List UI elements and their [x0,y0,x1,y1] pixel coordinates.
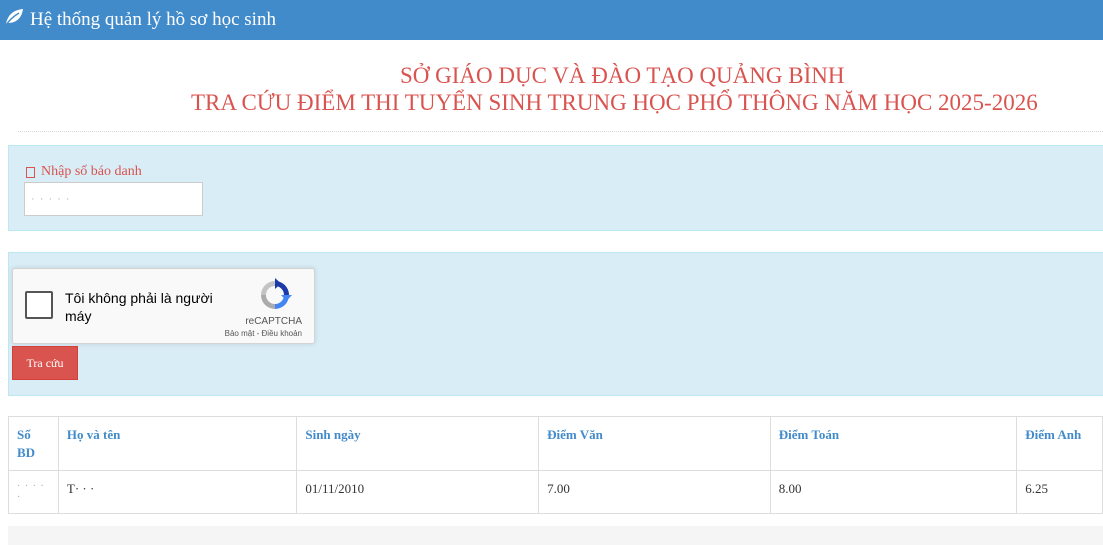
captcha-brand: reCAPTCHA [245,316,302,327]
leaf-icon [4,8,30,32]
heading-department: SỞ GIÁO DỤC VÀ ĐÀO TẠO QUẢNG BÌNH [400,63,845,88]
cell-sbd: · · · · · [8,470,59,514]
sbd-input[interactable] [24,182,203,216]
cell-dob: 01/11/2010 [296,470,540,514]
captcha-checkbox[interactable] [25,291,53,319]
required-icon [26,166,35,178]
table-header-row: Số BD Họ và tên Sinh ngày Điểm Văn Điểm … [8,416,1103,471]
recaptcha-widget: Tôi không phải là người máy reCAPTCHA Bả… [12,268,315,344]
captcha-label: Tôi không phải là người máy [65,290,213,324]
heading-title: TRA CỨU ĐIỂM THI TUYỂN SINH TRUNG HỌC PH… [191,90,1038,115]
sbd-label: Nhập số báo danh [26,164,142,180]
table-row: · · · · · T· · · 01/11/2010 7.00 8.00 6.… [8,470,1103,514]
captcha-links[interactable]: Bảo mật - Điều khoản [225,329,302,338]
col-name: Họ và tên [57,416,298,471]
cell-van: 7.00 [538,470,771,514]
divider [18,131,1103,132]
cell-toan: 8.00 [769,470,1018,514]
col-toan: Điểm Toán [769,416,1018,471]
col-sbd: Số BD [8,416,59,471]
search-button[interactable]: Tra cứu [12,346,78,380]
col-dob: Sinh ngày [296,416,540,471]
results-table: Số BD Họ và tên Sinh ngày Điểm Văn Điểm … [8,416,1103,514]
brand-title: Hệ thống quản lý hồ sơ học sinh [30,9,276,30]
cell-anh: 6.25 [1016,470,1103,514]
col-van: Điểm Văn [538,416,771,471]
footer-panel [8,526,1103,545]
sbd-label-text: Nhập số báo danh [41,164,142,179]
captcha-panel: Tôi không phải là người máy reCAPTCHA Bả… [8,252,1103,396]
search-panel: Nhập số báo danh [8,145,1103,231]
recaptcha-logo-icon [258,278,292,317]
cell-name: T· · · [57,470,298,514]
navbar: Hệ thống quản lý hồ sơ học sinh [0,0,1103,40]
brand-link[interactable]: Hệ thống quản lý hồ sơ học sinh [4,8,276,32]
col-anh: Điểm Anh [1016,416,1103,471]
